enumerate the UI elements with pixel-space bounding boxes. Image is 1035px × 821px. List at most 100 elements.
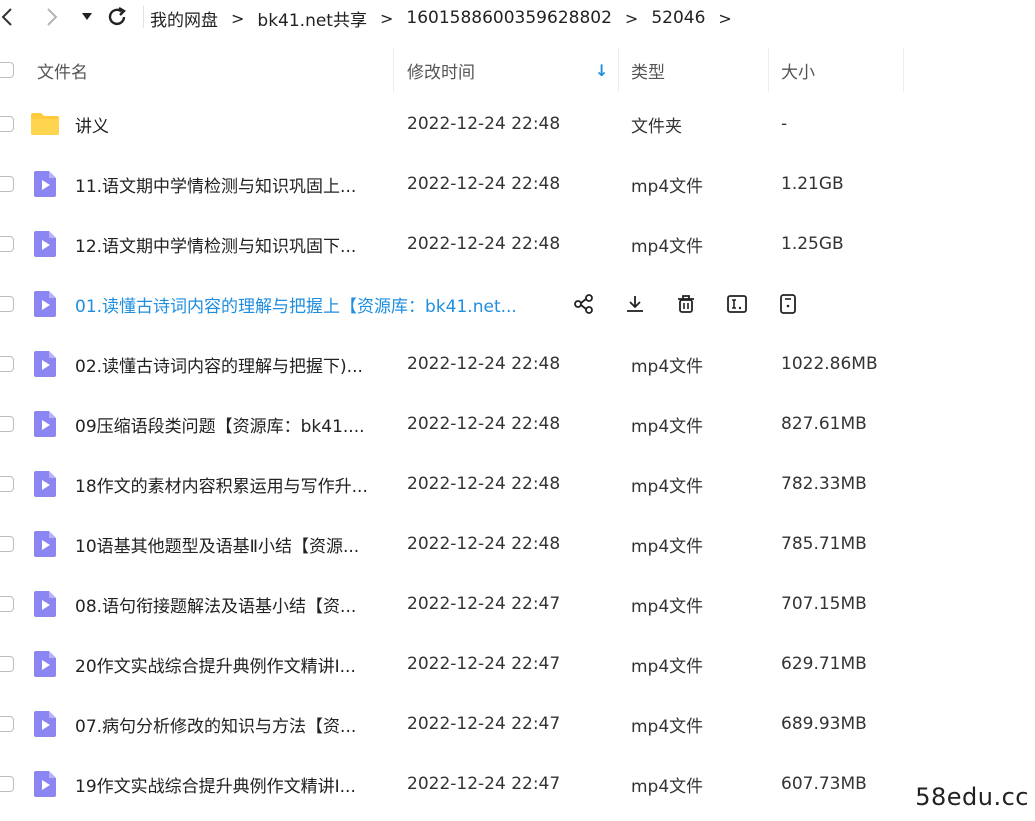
file-name[interactable]: 20作文实战综合提升典例作文精讲I... [75,634,385,694]
breadcrumb-item-current[interactable]: 52046 [651,8,705,28]
column-header-size[interactable]: 大小 [781,48,815,92]
file-list: 讲义 2022-12-24 22:48 文件夹 - 11.语文期中学情检测与知识巩固上.… [0,94,1035,814]
video-file-icon [30,229,60,259]
refresh-icon[interactable] [105,5,129,29]
breadcrumb-item-id[interactable]: 1601588600359628802 [406,8,612,28]
file-modified-time: 2022-12-24 22:48 [407,114,561,134]
file-name[interactable]: 07.病句分析修改的知识与方法【资... [75,694,385,754]
column-divider [393,48,394,92]
file-size: 827.61MB [781,414,867,434]
file-row[interactable]: 讲义 2022-12-24 22:48 文件夹 - [0,94,1035,154]
file-type: 文件夹 [631,116,682,137]
file-size: 782.33MB [781,474,867,494]
video-file-icon [30,529,60,559]
breadcrumb-item-root[interactable]: 我的网盘 [150,6,218,31]
file-row[interactable]: 01.读懂古诗词内容的理解与把握上【资源库：bk41.net... [0,274,1035,334]
row-checkbox[interactable] [0,356,14,372]
file-name[interactable]: 09压缩语段类问题【资源库：bk41.... [75,394,385,454]
file-row[interactable]: 18作文的素材内容积累运用与写作升... 2022-12-24 22:48 mp4文… [0,454,1035,514]
row-checkbox[interactable] [0,716,14,732]
video-file-icon [30,649,60,679]
video-file-icon [30,349,60,379]
file-name[interactable]: 18作文的素材内容积累运用与写作升... [75,454,385,514]
share-icon[interactable] [566,289,602,319]
nav-divider [143,6,144,28]
row-checkbox[interactable] [0,596,14,612]
file-name[interactable]: 12.语文期中学情检测与知识巩固下... [75,214,385,274]
file-row[interactable]: 19作文实战综合提升典例作文精讲I... 2022-12-24 22:47 mp4文… [0,754,1035,814]
file-type: mp4文件 [631,656,704,677]
file-modified-time: 2022-12-24 22:47 [407,594,561,614]
file-row[interactable]: 09压缩语段类问题【资源库：bk41.... 2022-12-24 22:48 mp… [0,394,1035,454]
watermark: 58edu.cc [915,783,1029,811]
file-size: 1022.86MB [781,354,878,374]
column-header-name[interactable]: 文件名 [37,48,88,92]
column-divider [618,48,619,92]
file-modified-time: 2022-12-24 22:48 [407,534,561,554]
breadcrumb-separator: > [379,8,394,28]
row-checkbox[interactable] [0,476,14,492]
file-modified-time: 2022-12-24 22:47 [407,654,561,674]
file-size: 629.71MB [781,654,867,674]
navigation-bar: 我的网盘 > bk41.net共享 > 1601588600359628802 … [0,0,1035,36]
file-modified-time: 2022-12-24 22:47 [407,714,561,734]
dropdown-icon[interactable] [80,5,94,29]
select-all-checkbox[interactable] [0,62,14,78]
file-type: mp4文件 [631,776,704,797]
row-checkbox[interactable] [0,656,14,672]
breadcrumb: 我的网盘 > bk41.net共享 > 1601588600359628802 … [150,0,745,36]
forward-icon[interactable] [44,5,60,29]
row-checkbox[interactable] [0,296,14,312]
file-row[interactable]: 08.语句衔接题解法及语基小结【资... 2022-12-24 22:47 mp4文… [0,574,1035,634]
video-file-icon [30,589,60,619]
file-row[interactable]: 07.病句分析修改的知识与方法【资... 2022-12-24 22:47 mp4文… [0,694,1035,754]
file-name[interactable]: 10语基其他题型及语基Ⅱ小结【资源... [75,514,385,574]
sort-descending-icon[interactable]: ↓ [595,48,608,92]
row-checkbox[interactable] [0,536,14,552]
video-file-icon [30,409,60,439]
video-file-icon [30,769,60,799]
file-size: 607.73MB [781,774,867,794]
file-row[interactable]: 02.读懂古诗词内容的理解与把握下)... 2022-12-24 22:48 mp4… [0,334,1035,394]
file-modified-time: 2022-12-24 22:48 [407,414,561,434]
file-modified-time: 2022-12-24 22:47 [407,774,561,794]
column-divider [903,48,904,92]
rename-icon[interactable] [719,289,755,319]
breadcrumb-separator: > [231,8,245,28]
file-type: mp4文件 [631,536,704,557]
file-type: mp4文件 [631,476,704,497]
file-row[interactable]: 20作文实战综合提升典例作文精讲I... 2022-12-24 22:47 mp4文… [0,634,1035,694]
file-modified-time: 2022-12-24 22:48 [407,474,561,494]
row-checkbox[interactable] [0,116,14,132]
folder-icon [30,109,60,139]
row-checkbox[interactable] [0,236,14,252]
breadcrumb-separator: > [624,8,639,28]
file-modified-time: 2022-12-24 22:48 [407,174,561,194]
download-icon[interactable] [617,289,653,319]
file-name[interactable]: 19作文实战综合提升典例作文精讲I... [75,754,385,814]
file-name[interactable]: 02.读懂古诗词内容的理解与把握下)... [75,334,385,394]
breadcrumb-item-share[interactable]: bk41.net共享 [257,6,367,31]
breadcrumb-separator: > [718,8,732,28]
file-row[interactable]: 11.语文期中学情检测与知识巩固上... 2022-12-24 22:48 mp4文… [0,154,1035,214]
row-checkbox[interactable] [0,416,14,432]
more-icon[interactable] [770,289,806,319]
file-name[interactable]: 讲义 [75,94,385,154]
column-divider [768,48,769,92]
file-name[interactable]: 11.语文期中学情检测与知识巩固上... [75,154,385,214]
column-header-time[interactable]: 修改时间 [407,48,475,92]
video-file-icon [30,469,60,499]
file-type: mp4文件 [631,716,704,737]
back-icon[interactable] [0,5,14,29]
file-row[interactable]: 12.语文期中学情检测与知识巩固下... 2022-12-24 22:48 mp4文… [0,214,1035,274]
row-checkbox[interactable] [0,176,14,192]
file-modified-time: 2022-12-24 22:48 [407,234,561,254]
row-checkbox[interactable] [0,776,14,792]
file-row[interactable]: 10语基其他题型及语基Ⅱ小结【资源... 2022-12-24 22:48 mp4文… [0,514,1035,574]
file-name[interactable]: 08.语句衔接题解法及语基小结【资... [75,574,385,634]
file-size: - [781,114,788,134]
column-header-type[interactable]: 类型 [631,48,665,92]
file-name[interactable]: 01.读懂古诗词内容的理解与把握上【资源库：bk41.net... [75,274,545,334]
delete-icon[interactable] [668,289,704,319]
file-type: mp4文件 [631,176,704,197]
